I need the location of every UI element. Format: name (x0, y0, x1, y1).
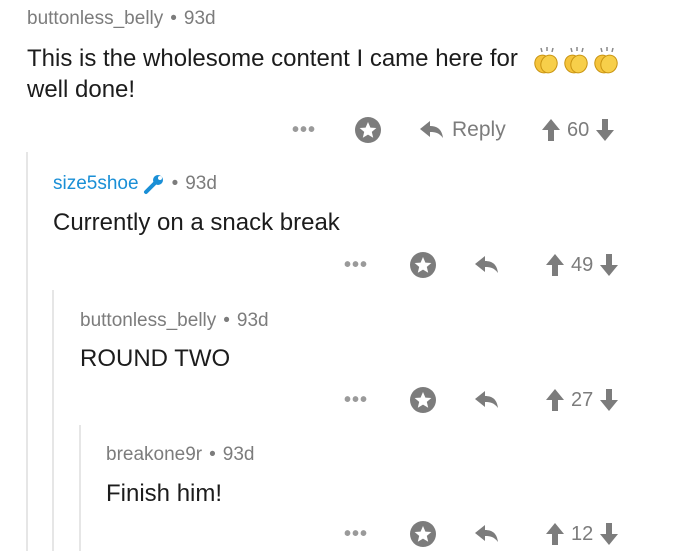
comment-age: 93d (183, 8, 216, 29)
more-options-button[interactable]: ••• (344, 519, 368, 549)
score: 12 (571, 522, 594, 545)
upvote-arrow-icon[interactable] (545, 522, 565, 546)
comment-age: 93d (236, 310, 269, 331)
comment-text: ROUND TWO (80, 345, 231, 372)
downvote-arrow-icon[interactable] (595, 118, 615, 142)
comment-meta: buttonless_belly • 93d (27, 8, 216, 30)
star-icon (410, 252, 436, 278)
reply-label: Reply (452, 118, 506, 141)
downvote-arrow-icon[interactable] (599, 253, 619, 277)
vote-controls: 27 (545, 385, 619, 415)
comment-text: Finish him! (106, 480, 223, 507)
comment-body: This is the wholesome content I came her… (27, 44, 667, 105)
reply-button[interactable] (473, 385, 499, 415)
upvote-arrow-icon[interactable] (541, 118, 561, 142)
comment-age: 93d (222, 444, 255, 465)
separator: • (170, 8, 177, 29)
vote-controls: 60 (541, 115, 615, 145)
score: 60 (567, 118, 590, 141)
clapping-hands-icon (533, 46, 558, 73)
comment-text-line1: This is the wholesome content I came her… (27, 45, 518, 72)
reply-button[interactable] (473, 250, 499, 280)
star-icon (410, 521, 436, 547)
star-icon (355, 117, 381, 143)
comment-actions: ••• 49 (0, 250, 680, 280)
comment-body: Currently on a snack break (53, 208, 340, 238)
comment-actions: ••• Reply 60 (0, 115, 680, 145)
comment-actions: ••• 27 (0, 385, 680, 415)
save-button[interactable] (408, 519, 438, 549)
clapping-hands-icon (563, 46, 588, 73)
upvote-arrow-icon[interactable] (545, 388, 565, 412)
vote-controls: 12 (545, 519, 619, 549)
score: 27 (571, 388, 594, 411)
vote-controls: 49 (545, 250, 619, 280)
comment-meta: buttonless_belly • 93d (80, 310, 269, 332)
more-options-button[interactable]: ••• (344, 250, 368, 280)
save-button[interactable] (408, 385, 438, 415)
comment-text: Currently on a snack break (53, 209, 340, 236)
score: 49 (571, 253, 594, 276)
comment-text-line2: well done! (27, 75, 136, 103)
reply-arrow-icon (475, 256, 498, 273)
username[interactable]: buttonless_belly (27, 8, 163, 30)
star-icon (410, 387, 436, 413)
thread-line-1 (26, 152, 28, 551)
reply-arrow-icon (475, 525, 498, 542)
clapping-hands-icon (593, 46, 618, 73)
more-options-button[interactable]: ••• (292, 115, 316, 145)
reply-arrow-icon (420, 121, 443, 138)
downvote-arrow-icon[interactable] (599, 522, 619, 546)
username[interactable]: breakone9r (106, 444, 202, 466)
upvote-arrow-icon[interactable] (545, 253, 565, 277)
save-button[interactable] (408, 250, 438, 280)
reply-arrow-icon (475, 391, 498, 408)
separator: • (171, 173, 179, 194)
comment-meta: breakone9r • 93d (106, 444, 254, 466)
emoji-group (531, 44, 621, 75)
separator: • (223, 310, 230, 331)
comment-body: Finish him! (106, 479, 222, 509)
downvote-arrow-icon[interactable] (599, 388, 619, 412)
comment-meta: size5shoe • 93d (53, 173, 217, 195)
comment-age: 93d (185, 173, 217, 194)
username[interactable]: buttonless_belly (80, 310, 216, 332)
reply-button[interactable] (473, 519, 499, 549)
save-button[interactable] (353, 115, 383, 145)
comment-body: ROUND TWO (80, 344, 230, 374)
wrench-icon (143, 175, 163, 194)
comment-actions: ••• 12 (0, 519, 680, 549)
username[interactable]: size5shoe (53, 173, 139, 195)
more-options-button[interactable]: ••• (344, 385, 368, 415)
thread-line-2 (52, 290, 54, 551)
reply-button[interactable]: Reply (418, 115, 506, 145)
separator: • (209, 444, 216, 465)
